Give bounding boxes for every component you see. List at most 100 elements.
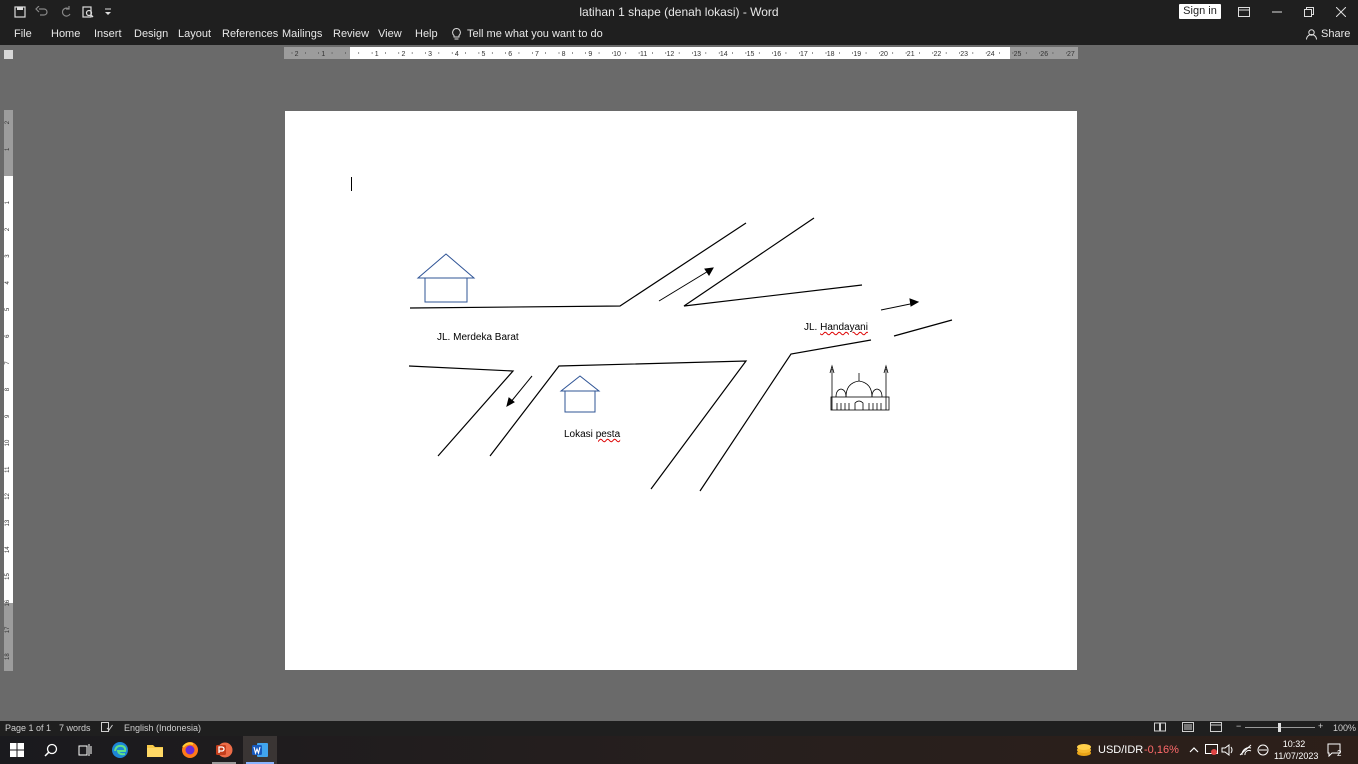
vertical-ruler[interactable]: 2 1 1 2 3 4 5 6 7 8 9 10 11 12 13 14 15 16 17 18	[4, 110, 13, 671]
ruler-label: 20	[880, 51, 888, 58]
location-word: Lokasi	[564, 429, 596, 440]
ruler-label: 10	[613, 51, 621, 58]
road-line[interactable]	[408, 365, 515, 457]
language-indicator[interactable]: English (Indonesia)	[124, 723, 201, 733]
ruler-label: 2	[5, 120, 11, 124]
document-page[interactable]: JL. Merdeka Barat JL. Handayani Lokasi p…	[285, 111, 1077, 670]
street-name: Handayani	[820, 322, 868, 333]
file-explorer-icon[interactable]	[145, 740, 165, 760]
location-label-party[interactable]: Lokasi pesta	[564, 429, 620, 440]
notification-count: 2	[1337, 749, 1342, 758]
tab-selector[interactable]	[4, 50, 13, 59]
street-prefix: JL.	[804, 322, 821, 333]
ruler-ticks: 2 1 1 2 3 4 5 6 7 8 9 10 11 12 13 14 15 16 17 18 19 20 21 22 23 2…	[291, 51, 1075, 58]
road-lines[interactable]	[408, 217, 953, 492]
location-map[interactable]	[285, 111, 1077, 670]
page-count[interactable]: Page 1 of 1	[5, 723, 51, 733]
share-label: Share	[1321, 28, 1351, 40]
ribbon-tabs: File Home Insert Design Layout Reference…	[0, 24, 1358, 45]
house-icon[interactable]	[416, 253, 476, 303]
person-icon	[1306, 28, 1317, 40]
zoom-slider-thumb[interactable]	[1278, 723, 1281, 732]
print-layout-icon[interactable]	[1182, 722, 1194, 734]
read-mode-icon[interactable]	[1154, 722, 1166, 734]
ruler-label: 15	[747, 51, 755, 58]
tab-view[interactable]: View	[378, 28, 402, 40]
firefox-icon[interactable]	[180, 740, 200, 760]
zoom-level[interactable]: 100%	[1333, 723, 1356, 733]
proofing-icon[interactable]	[101, 722, 113, 734]
tab-home[interactable]: Home	[51, 28, 80, 40]
system-clock[interactable]: 10:32 11/07/2023	[1274, 738, 1318, 762]
ruler-label: 15	[5, 573, 11, 580]
minimize-icon[interactable]	[1260, 0, 1294, 24]
powerpoint-icon[interactable]	[214, 740, 234, 760]
word-icon[interactable]	[250, 740, 270, 760]
clock-time: 10:32	[1282, 739, 1306, 749]
street-label-handayani[interactable]: JL. Handayani	[804, 322, 868, 333]
title-bar: latihan 1 shape (denah lokasi) - Word Si…	[0, 0, 1358, 24]
task-view-icon[interactable]	[75, 740, 95, 760]
word-count[interactable]: 7 words	[59, 723, 91, 733]
ruler-label: 16	[773, 51, 781, 58]
street-label-merdeka[interactable]: JL. Merdeka Barat	[437, 332, 519, 343]
zoom-in-icon[interactable]: +	[1318, 721, 1323, 731]
ruler-label: 19	[853, 51, 861, 58]
tab-design[interactable]: Design	[134, 28, 168, 40]
tab-references[interactable]: References	[222, 28, 278, 40]
tab-insert[interactable]: Insert	[94, 28, 122, 40]
road-line[interactable]	[409, 222, 747, 309]
mosque-icon[interactable]	[829, 364, 890, 411]
windows-start-icon[interactable]	[7, 740, 27, 760]
ruler-label: 12	[667, 51, 675, 58]
ruler-label: 1	[5, 147, 11, 151]
house-icon[interactable]	[559, 375, 601, 413]
ruler-ticks: 21123456789101112131415161718	[5, 120, 11, 660]
ruler-label: 11	[5, 466, 11, 473]
ticker-change[interactable]: -0,16%	[1144, 744, 1179, 756]
road-line[interactable]	[683, 217, 863, 307]
ruler-label: 1	[375, 51, 379, 58]
tab-help[interactable]: Help	[415, 28, 438, 40]
tab-review[interactable]: Review	[333, 28, 369, 40]
battery-icon[interactable]	[1253, 740, 1273, 760]
tab-file[interactable]: File	[14, 28, 32, 40]
close-icon[interactable]	[1324, 0, 1358, 24]
ruler-label: 1	[321, 51, 325, 58]
ruler-label: 9	[5, 414, 11, 418]
ruler-label: 11	[640, 51, 647, 58]
search-icon[interactable]	[41, 740, 61, 760]
volume-icon[interactable]	[1218, 740, 1238, 760]
ruler-label: 7	[535, 51, 539, 58]
tab-layout[interactable]: Layout	[178, 28, 211, 40]
road-line[interactable]	[699, 339, 872, 492]
ruler-label: 23	[960, 51, 968, 58]
zoom-out-icon[interactable]: −	[1236, 721, 1241, 731]
horizontal-ruler[interactable]: 2 1 1 2 3 4 5 6 7 8 9 10 11 12 13 14 15 16 17 18 19 20 21 22 23 2…	[284, 47, 1078, 59]
tell-me-label: Tell me what you want to do	[467, 28, 603, 40]
windows-taskbar: USD/IDR -0,16% 10:32 11/07/2023 2	[0, 736, 1358, 764]
currency-ticker-icon[interactable]	[1074, 740, 1094, 760]
ruler-label: 14	[5, 546, 11, 553]
web-layout-icon[interactable]	[1210, 722, 1222, 734]
tell-me-search[interactable]: Tell me what you want to do	[452, 28, 603, 40]
ruler-label: 2	[401, 51, 405, 58]
sign-in-button[interactable]: Sign in	[1179, 4, 1221, 19]
tab-mailings[interactable]: Mailings	[282, 28, 322, 40]
ruler-label: 27	[1067, 51, 1075, 58]
ruler-label: 24	[987, 51, 995, 58]
ruler-label: 3	[5, 254, 11, 258]
ruler-label: 9	[588, 51, 592, 58]
restore-icon[interactable]	[1292, 0, 1326, 24]
ruler-label: 8	[5, 387, 11, 391]
ruler-label: 8	[562, 51, 566, 58]
ticker-label[interactable]: USD/IDR	[1098, 744, 1143, 756]
ribbon-display-options-icon[interactable]	[1227, 0, 1261, 24]
ruler-label: 12	[5, 492, 11, 499]
notification-icon[interactable]: 2	[1325, 740, 1345, 760]
share-button[interactable]: Share	[1306, 28, 1350, 40]
road-line[interactable]	[893, 319, 953, 337]
ruler-label: 5	[482, 51, 486, 58]
edge-icon[interactable]	[110, 740, 130, 760]
ruler-label: 2	[295, 51, 299, 58]
